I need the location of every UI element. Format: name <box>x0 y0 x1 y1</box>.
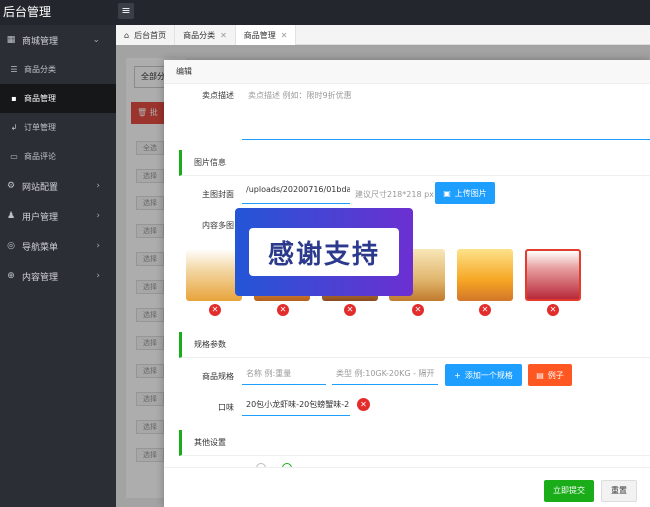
comment-icon: ▭ <box>10 152 18 161</box>
delete-image-icon[interactable]: ✕ <box>344 304 356 316</box>
sidebar: 后台管理 ▦ 商城管理 ⌄ ☰ 商品分类 ▪ 商品管理 ↲ 订单管理 ▭ 商品评… <box>0 0 116 507</box>
chevron-right-icon: › <box>96 271 100 281</box>
sidebar-group-label: 网站配置 <box>22 182 59 193</box>
modal-footer: 立即提交 重置 <box>164 467 650 507</box>
sidebar-group-users[interactable]: ♟ 用户管理 › <box>0 201 116 231</box>
cover-size-hint: 建议尺寸218*218 px <box>355 190 434 199</box>
delete-image-icon[interactable]: ✕ <box>209 304 221 316</box>
cover-input[interactable]: /uploads/20200716/01bda <box>242 182 350 204</box>
upload-image-button[interactable]: ▣ 上传图片 <box>435 182 495 204</box>
reset-button[interactable]: 重置 <box>601 480 637 502</box>
tab-home[interactable]: ⌂ 后台首页 <box>116 25 176 45</box>
gear-icon: ⚙ <box>6 181 16 191</box>
sidebar-group-mall[interactable]: ▦ 商城管理 ⌄ <box>0 25 116 55</box>
compass-icon: ◎ <box>7 241 15 251</box>
sidebar-group-content[interactable]: ⊕ 内容管理 › <box>0 261 116 291</box>
gallery-thumbnail[interactable] <box>525 249 581 301</box>
example-label: 例子 <box>547 370 564 380</box>
section-image-info: 图片信息 <box>179 150 650 176</box>
selling-point-label: 卖点描述 <box>202 91 234 100</box>
tab-products[interactable]: 商品管理 ✕ <box>235 25 297 45</box>
banner-text: 感谢支持 <box>249 228 399 276</box>
topbar: ≡ <box>116 0 650 25</box>
tab-bar: ⌂ 后台首页 商品分类 ✕ 商品管理 ✕ <box>116 25 650 45</box>
close-icon[interactable]: ✕ <box>281 26 288 45</box>
section-spec-params: 规格参数 <box>179 332 650 358</box>
promo-banner: 感谢支持 <box>235 208 413 296</box>
tab-category[interactable]: 商品分类 ✕ <box>175 25 236 45</box>
sidebar-item-label: 订单管理 <box>24 123 56 132</box>
spec-name-input[interactable]: 名称 例:重量 <box>242 365 326 385</box>
sidebar-item-label: 商品分类 <box>24 65 56 74</box>
cover-label: 主图封面 <box>202 190 234 199</box>
delete-image-icon[interactable]: ✕ <box>547 304 559 316</box>
delete-spec-icon[interactable]: ✕ <box>357 398 370 411</box>
spec-type-input[interactable]: 类型 例:10GK-20KG - 隔开 <box>332 365 438 385</box>
sidebar-group-label: 商城管理 <box>22 36 59 47</box>
selling-point-textarea[interactable]: 卖点描述 例如：限时9折优惠 <box>242 86 650 140</box>
user-icon: ♟ <box>6 211 16 221</box>
app: 后台管理 ▦ 商城管理 ⌄ ☰ 商品分类 ▪ 商品管理 ↲ 订单管理 ▭ 商品评… <box>0 0 650 507</box>
sidebar-group-site-config[interactable]: ⚙ 网站配置 › <box>0 171 116 201</box>
upload-label: 上传图片 <box>454 188 487 198</box>
gallery-label: 内容多图 <box>202 221 234 230</box>
spec-label: 商品规格 <box>202 372 234 381</box>
chevron-down-icon: ⌄ <box>92 35 100 45</box>
close-icon[interactable]: ✕ <box>220 26 227 45</box>
submit-button[interactable]: 立即提交 <box>544 480 594 502</box>
plus-icon: + <box>454 370 461 380</box>
flavor-input[interactable]: 20包小龙虾味-20包螃蟹味-2 <box>242 396 350 416</box>
sidebar-group-nav-menu[interactable]: ◎ 导航菜单 › <box>0 231 116 261</box>
box-icon: ▪ <box>11 94 17 103</box>
sidebar-group-label: 用户管理 <box>22 212 59 223</box>
sidebar-item-comments[interactable]: ▭ 商品评论 <box>0 142 116 171</box>
sidebar-item-label: 商品管理 <box>24 94 56 103</box>
section-other-settings: 其他设置 <box>179 430 650 456</box>
chevron-right-icon: › <box>96 181 100 191</box>
add-spec-label: 添加一个规格 <box>464 370 513 380</box>
gallery-thumbnail[interactable] <box>186 249 242 301</box>
example-button[interactable]: ▤ 例子 <box>528 364 572 386</box>
tab-label: 后台首页 <box>134 30 167 40</box>
gallery-thumbnail[interactable] <box>457 249 513 301</box>
list-icon: ☰ <box>10 65 18 74</box>
home-icon: ⌂ <box>124 30 130 40</box>
order-icon: ↲ <box>10 123 18 132</box>
sidebar-group-label: 导航菜单 <box>22 242 59 253</box>
selling-point-placeholder: 卖点描述 例如：限时9折优惠 <box>248 91 352 100</box>
add-spec-button[interactable]: + 添加一个规格 <box>445 364 522 386</box>
flavor-label: 口味 <box>218 403 234 412</box>
example-icon: ▤ <box>536 370 544 380</box>
tab-label: 商品分类 <box>183 30 216 40</box>
globe-icon: ⊕ <box>7 271 15 281</box>
modal-title: 编辑 <box>164 60 650 84</box>
grid-icon: ▦ <box>6 35 16 45</box>
sidebar-item-products[interactable]: ▪ 商品管理 <box>0 84 116 113</box>
app-title: 后台管理 <box>0 0 116 25</box>
tab-label: 商品管理 <box>243 30 276 40</box>
sidebar-group-label: 内容管理 <box>22 272 59 283</box>
menu-toggle-button[interactable]: ≡ <box>118 3 134 19</box>
sidebar-item-category[interactable]: ☰ 商品分类 <box>0 55 116 84</box>
delete-image-icon[interactable]: ✕ <box>412 304 424 316</box>
sidebar-item-orders[interactable]: ↲ 订单管理 <box>0 113 116 142</box>
delete-image-icon[interactable]: ✕ <box>479 304 491 316</box>
chevron-right-icon: › <box>96 241 100 251</box>
delete-image-icon[interactable]: ✕ <box>277 304 289 316</box>
sidebar-item-label: 商品评论 <box>24 152 56 161</box>
image-icon: ▣ <box>443 188 451 198</box>
chevron-right-icon: › <box>96 211 100 221</box>
